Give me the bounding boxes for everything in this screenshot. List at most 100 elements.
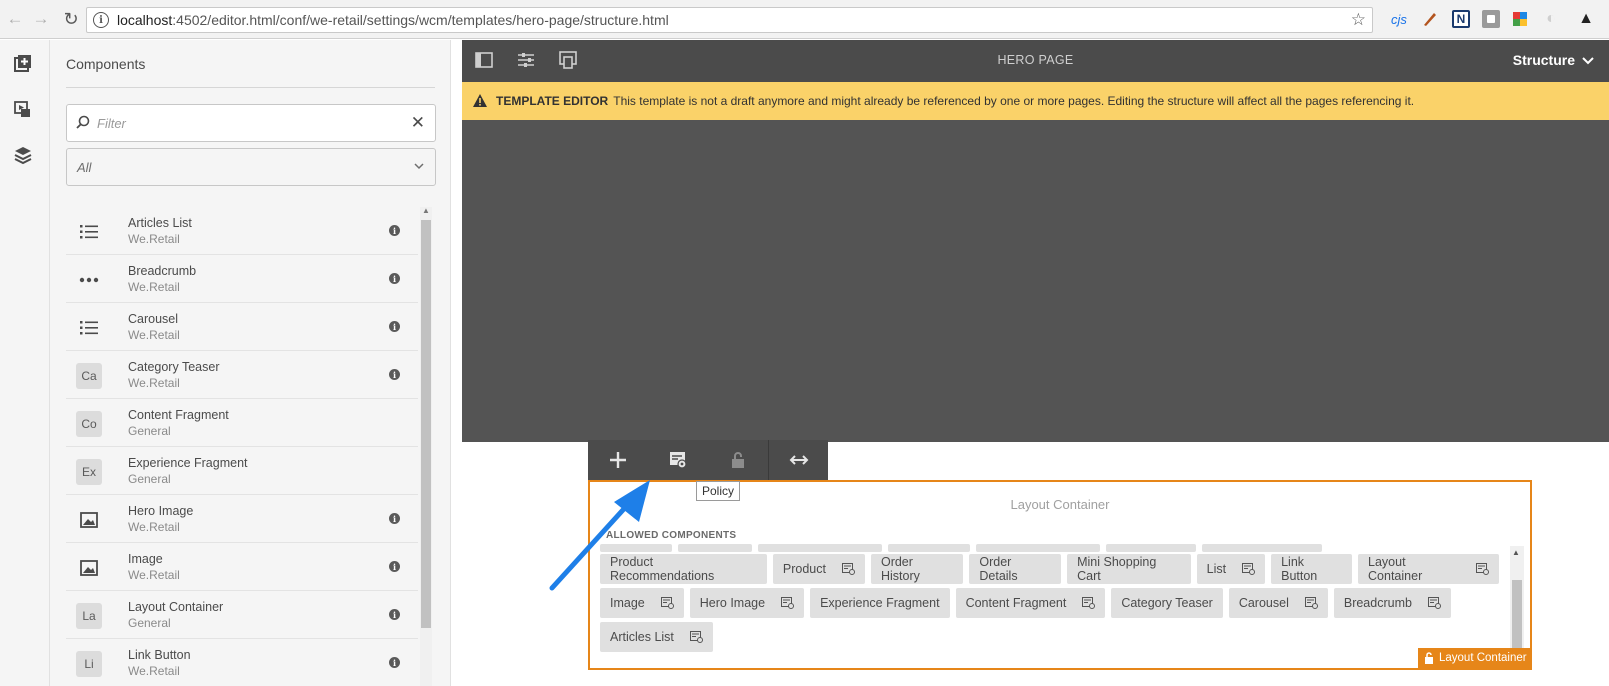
bookmark-star-icon[interactable]: ☆ <box>1351 10 1366 30</box>
allowed-component-chip[interactable] <box>1106 544 1196 552</box>
component-name: Breadcrumb <box>128 264 197 278</box>
list-item[interactable]: Ca Category Teaser We.Retail i <box>66 351 418 399</box>
info-icon[interactable]: i <box>389 225 400 236</box>
component-group: General <box>128 424 171 438</box>
allowed-component-label: Breadcrumb <box>1343 596 1412 610</box>
component-abbr-icon: Li <box>76 651 102 677</box>
allowed-component-chip[interactable]: Content Fragment <box>955 588 1106 618</box>
component-name: Experience Fragment <box>128 456 248 470</box>
annotation-arrow <box>549 480 650 591</box>
allowed-component-chip[interactable]: Category Teaser <box>1111 588 1223 618</box>
list-item[interactable]: Breadcrumb We.Retail i <box>66 255 418 303</box>
allowed-components-row <box>600 544 1328 552</box>
allowed-component-chip[interactable] <box>678 544 752 552</box>
list-item[interactable]: Ex Experience Fragment General <box>66 447 418 495</box>
allowed-component-chip[interactable]: Link Button <box>1271 554 1353 584</box>
policy-icon[interactable] <box>674 631 703 643</box>
allowed-component-chip[interactable]: Hero Image <box>689 588 805 618</box>
allowed-component-label: Hero Image <box>699 596 766 610</box>
info-icon[interactable]: i <box>389 513 400 524</box>
allowed-component-chip[interactable] <box>758 544 882 552</box>
info-icon[interactable]: i <box>389 609 400 620</box>
alert-label: TEMPLATE EDITOR <box>496 94 609 108</box>
allowed-component-label: Articles List <box>610 630 674 644</box>
url-host: localhost <box>117 12 173 28</box>
site-info-icon[interactable]: i <box>93 12 109 28</box>
filter-input[interactable]: Filter ✕ <box>66 104 436 142</box>
component-name: Image <box>128 552 163 566</box>
components-list: Articles List We.Retail i Breadcrumb We.Reta… <box>66 207 418 686</box>
page-title: HERO PAGE <box>997 53 1074 67</box>
divider <box>66 87 435 88</box>
address-bar[interactable]: i localhost:4502/editor.html/conf/we-ret… <box>86 7 1373 33</box>
scroll-up-arrow-icon[interactable]: ▲ <box>1512 548 1520 557</box>
policy-icon[interactable] <box>1226 563 1256 575</box>
square-extension-icon[interactable] <box>1482 10 1500 28</box>
clear-icon[interactable]: ✕ <box>411 113 425 133</box>
policy-icon[interactable] <box>1460 563 1490 575</box>
list-item[interactable]: Co Content Fragment General <box>66 399 418 447</box>
allowed-component-chip[interactable]: Order Details <box>969 554 1062 584</box>
component-group: We.Retail <box>128 520 180 534</box>
allowed-component-label: Order History <box>880 555 920 583</box>
list-scrollbar-thumb[interactable] <box>421 220 431 628</box>
allowed-component-chip[interactable]: Articles List <box>600 622 713 652</box>
forward-icon[interactable]: → <box>30 8 52 30</box>
allowed-component-chip[interactable]: Carousel <box>1228 588 1328 618</box>
chevron-down-icon[interactable] <box>1581 54 1595 68</box>
info-icon[interactable]: i <box>389 657 400 668</box>
allowed-component-chip[interactable] <box>976 544 1100 552</box>
allowed-component-chip[interactable] <box>888 544 970 552</box>
policy-icon[interactable] <box>765 597 795 609</box>
reload-icon[interactable]: ↻ <box>60 8 82 30</box>
component-group: We.Retail <box>128 568 180 582</box>
list-item[interactable]: Carousel We.Retail i <box>66 303 418 351</box>
list-icon <box>76 315 102 341</box>
info-icon[interactable]: i <box>389 273 400 284</box>
ghost-extension-icon[interactable]: ◐ <box>1542 10 1560 28</box>
policy-icon[interactable] <box>1066 597 1096 609</box>
list-item[interactable]: Hero Image We.Retail i <box>66 495 418 543</box>
list-item[interactable]: Image We.Retail i <box>66 543 418 591</box>
list-item[interactable]: Articles List We.Retail i <box>66 207 418 255</box>
more-horizontal-icon <box>76 267 102 293</box>
color-extension-icon[interactable] <box>1511 10 1529 28</box>
allowed-component-chip[interactable]: Product <box>772 554 865 584</box>
allowed-component-chip[interactable]: Mini Shopping Cart <box>1067 554 1191 584</box>
allowed-component-chip[interactable]: List <box>1196 554 1266 584</box>
info-icon[interactable]: i <box>389 369 400 380</box>
pen-extension-icon[interactable] <box>1421 10 1439 28</box>
info-icon[interactable]: i <box>389 561 400 572</box>
mode-selector[interactable]: Structure <box>1513 52 1575 68</box>
layout-mode-button[interactable] <box>768 440 828 480</box>
allowed-component-chip[interactable]: Order History <box>870 554 964 584</box>
policy-icon[interactable] <box>1289 597 1318 609</box>
allowed-component-chip[interactable]: Layout Container <box>1358 554 1500 584</box>
cjs-extension-icon[interactable]: cjs <box>1390 10 1408 28</box>
component-abbr-icon: Ca <box>76 363 102 389</box>
component-abbr-icon: La <box>76 603 102 629</box>
hat-extension-icon[interactable]: ▲ <box>1577 10 1595 28</box>
back-icon[interactable]: ← <box>4 8 26 30</box>
scroll-up-arrow-icon[interactable]: ▲ <box>422 206 430 215</box>
browser-toolbar: ← → ↻ i localhost:4502/editor.html/conf/… <box>0 0 1609 39</box>
allowed-component-chip[interactable]: Breadcrumb <box>1333 588 1451 618</box>
n-extension-icon[interactable]: N <box>1452 10 1470 28</box>
allowed-component-chip[interactable]: Experience Fragment <box>810 588 950 618</box>
allowed-component-chip[interactable] <box>1202 544 1322 552</box>
layers-icon[interactable] <box>13 145 33 165</box>
allowed-components-row: Image Hero Image Experience Fragment Conten… <box>600 588 1457 618</box>
list-item[interactable]: La Layout Container General i <box>66 591 418 639</box>
unlock-structure-button[interactable] <box>708 440 768 480</box>
policy-icon[interactable] <box>1412 597 1441 609</box>
policy-icon[interactable] <box>826 563 855 575</box>
assets-icon[interactable] <box>13 99 33 119</box>
layout-container-badge[interactable]: Layout Container <box>1418 648 1532 668</box>
add-components-icon[interactable] <box>13 53 33 73</box>
component-name: Carousel <box>128 312 179 326</box>
layout-container[interactable]: Layout Container ALLOWED COMPONENTS Prod… <box>588 480 1532 670</box>
group-select[interactable]: All <box>66 148 436 186</box>
list-item[interactable]: Li Link Button We.Retail i <box>66 639 418 686</box>
info-icon[interactable]: i <box>389 321 400 332</box>
side-rail <box>0 40 50 686</box>
